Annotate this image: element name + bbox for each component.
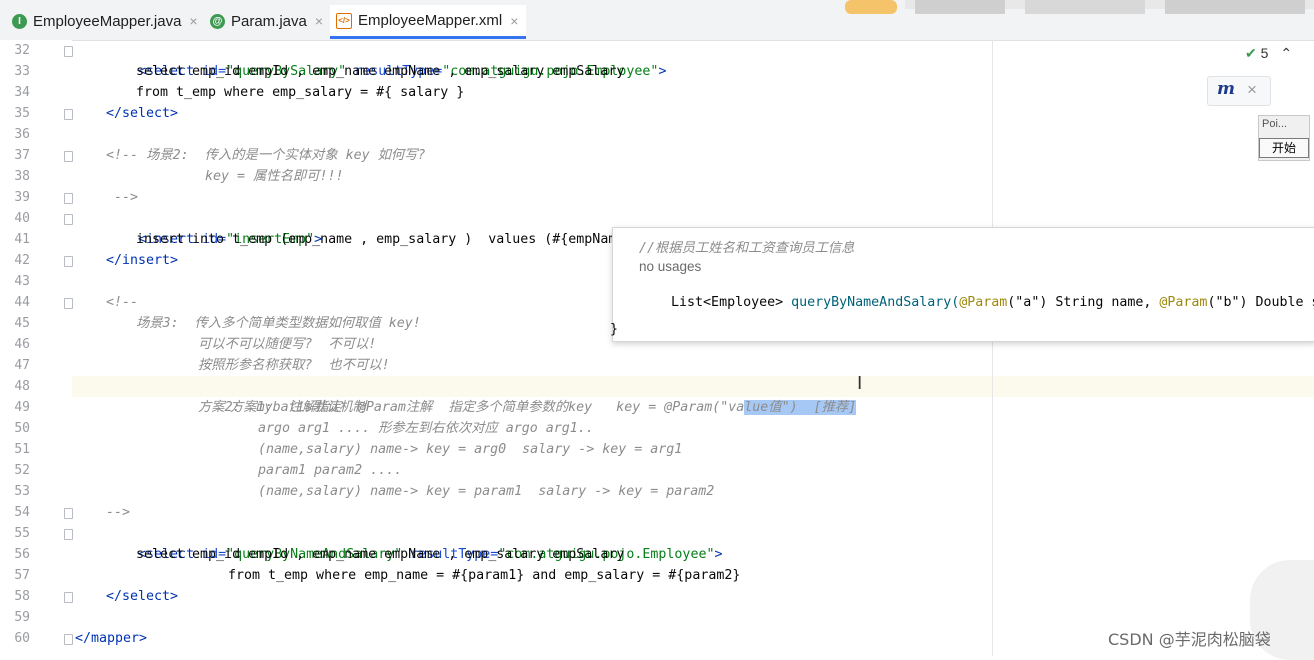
code-comment-line: param1 param2 .... <box>258 463 403 478</box>
line-number: 59 <box>14 610 30 625</box>
text-cursor-icon: I <box>857 373 863 394</box>
code-line: </select> <box>106 106 179 121</box>
line-number: 50 <box>14 421 30 436</box>
line-number: 39 <box>14 190 30 205</box>
line-number: 32 <box>14 43 30 58</box>
line-number-gutter[interactable]: 32 33 34 35 36 37 38 39 40 41 42 43 44 4… <box>0 40 73 656</box>
close-icon[interactable]: × <box>189 13 197 29</box>
code-line: <select id="queryBySalary" resultType="c… <box>138 64 667 79</box>
code-line: <select id="queryByNameAndSalary" result… <box>138 547 723 562</box>
code-line: from t_emp where emp_name = #{param1} an… <box>228 568 741 583</box>
code-line: from t_emp where emp_salary = #{ salary … <box>136 85 465 100</box>
line-number: 43 <box>14 274 30 289</box>
popup-usages-link[interactable]: no usages <box>639 259 701 274</box>
poi-label: Poi... <box>1262 118 1288 130</box>
quick-doc-popup[interactable]: //根据员工姓名和工资查询员工信息 no usages List<Employe… <box>610 227 1314 342</box>
xml-file-icon: </> <box>336 12 352 29</box>
line-number: 33 <box>14 64 30 79</box>
code-comment-line: (name,salary) name-> key = param1 salary… <box>258 484 715 499</box>
annotation-icon: @ <box>210 13 225 29</box>
line-number: 36 <box>14 127 30 142</box>
line-number: 57 <box>14 568 30 583</box>
mybatis-plugin-widget[interactable]: m × <box>1207 76 1271 106</box>
code-comment-line: (name,salary) name-> key = arg0 salary -… <box>258 442 683 457</box>
code-line: </mapper> <box>75 631 148 646</box>
popup-signature: List<Employee> queryByNameAndSalary(@Par… <box>671 295 1314 310</box>
text-selection: lue值") [推荐] <box>744 400 857 415</box>
tab-employee-mapper-java[interactable]: I EmployeeMapper.java × <box>12 6 198 36</box>
code-comment-line: 可以不可以随便写? 不可以! <box>198 337 377 352</box>
line-number: 49 <box>14 400 30 415</box>
code-comment-line: argo arg1 .... 形参左到右依次对应 argo arg1.. <box>258 421 594 436</box>
line-number: 42 <box>14 253 30 268</box>
code-comment-line: <!-- 场景2: 传入的是一个实体对象 key 如何写? <box>106 148 426 163</box>
inspections-widget[interactable]: ✔ 5 ⌃ <box>1245 45 1292 62</box>
code-line: select emp_id empId , emp_name empName ,… <box>136 547 625 562</box>
line-number: 41 <box>14 232 30 247</box>
line-number: 53 <box>14 484 30 499</box>
line-number: 54 <box>14 505 30 520</box>
line-number: 56 <box>14 547 30 562</box>
interface-icon: I <box>12 13 27 29</box>
line-number: 38 <box>14 169 30 184</box>
code-comment-line: 方案2: mybatis默认机制 <box>198 400 366 415</box>
code-comment-line: 场景3: 传入多个简单类型数据如何取值 key! <box>136 316 421 331</box>
line-number: 44 <box>14 295 30 310</box>
code-line: </insert> <box>106 253 179 268</box>
mybatis-icon[interactable]: m <box>1217 79 1235 99</box>
code-comment-line: <!-- <box>106 295 139 310</box>
code-comment-line: 按照形参名称获取? 也不可以! <box>198 358 390 373</box>
code-comment-line: key = 属性名即可!!! <box>205 169 344 184</box>
right-margin-guide <box>992 40 993 656</box>
tab-label: EmployeeMapper.java <box>33 12 182 30</box>
line-number: 51 <box>14 442 30 457</box>
code-line: select emp_id empId , emp_name empName ,… <box>136 64 625 79</box>
inspection-count: 5 <box>1260 45 1269 61</box>
close-icon[interactable]: × <box>315 13 323 29</box>
tab-label: EmployeeMapper.xml <box>358 12 503 29</box>
line-number: 40 <box>14 211 30 226</box>
code-editor[interactable]: <select id="queryBySalary" resultType="c… <box>72 40 992 656</box>
line-number: 34 <box>14 85 30 100</box>
tab-param-java[interactable]: @ Param.java × <box>210 6 323 36</box>
line-number: 55 <box>14 526 30 541</box>
line-number: 60 <box>14 631 30 646</box>
tab-employee-mapper-xml[interactable]: </> EmployeeMapper.xml × <box>330 5 527 39</box>
code-line: </select> <box>106 589 179 604</box>
check-icon: ✔ <box>1245 45 1257 61</box>
close-icon[interactable]: × <box>510 13 518 29</box>
line-number: 35 <box>14 106 30 121</box>
line-number: 58 <box>14 589 30 604</box>
line-number: 52 <box>14 463 30 478</box>
popup-comment: //根据员工姓名和工资查询员工信息 <box>639 241 855 256</box>
code-comment-line: --> <box>106 505 131 520</box>
watermark: CSDN @芋泥肉松脑袋 <box>1108 630 1271 649</box>
line-number: 45 <box>14 316 30 331</box>
line-number: 48 <box>14 379 30 394</box>
tab-label: Param.java <box>231 12 307 30</box>
popup-brace: } <box>610 322 619 337</box>
line-number: 47 <box>14 358 30 373</box>
code-line: insert into t_emp (emp_name , emp_salary… <box>136 232 633 247</box>
start-button[interactable]: 开始 <box>1259 138 1309 158</box>
code-comment-line: 方案1: 注解指定 @Param注解 指定多个简单参数的key key = @P… <box>230 400 857 415</box>
close-icon[interactable]: × <box>1247 80 1257 100</box>
code-comment-line: --> <box>114 190 139 205</box>
code-line: <insert id="insertEmp"> <box>138 232 323 247</box>
banner-decoration <box>845 0 1314 14</box>
line-number: 37 <box>14 148 30 163</box>
video-banner-overlay <box>845 0 1314 17</box>
line-number: 46 <box>14 337 30 352</box>
poi-widget: Poi... 开始 <box>1258 115 1310 161</box>
chevron-up-icon[interactable]: ⌃ <box>1280 45 1292 61</box>
